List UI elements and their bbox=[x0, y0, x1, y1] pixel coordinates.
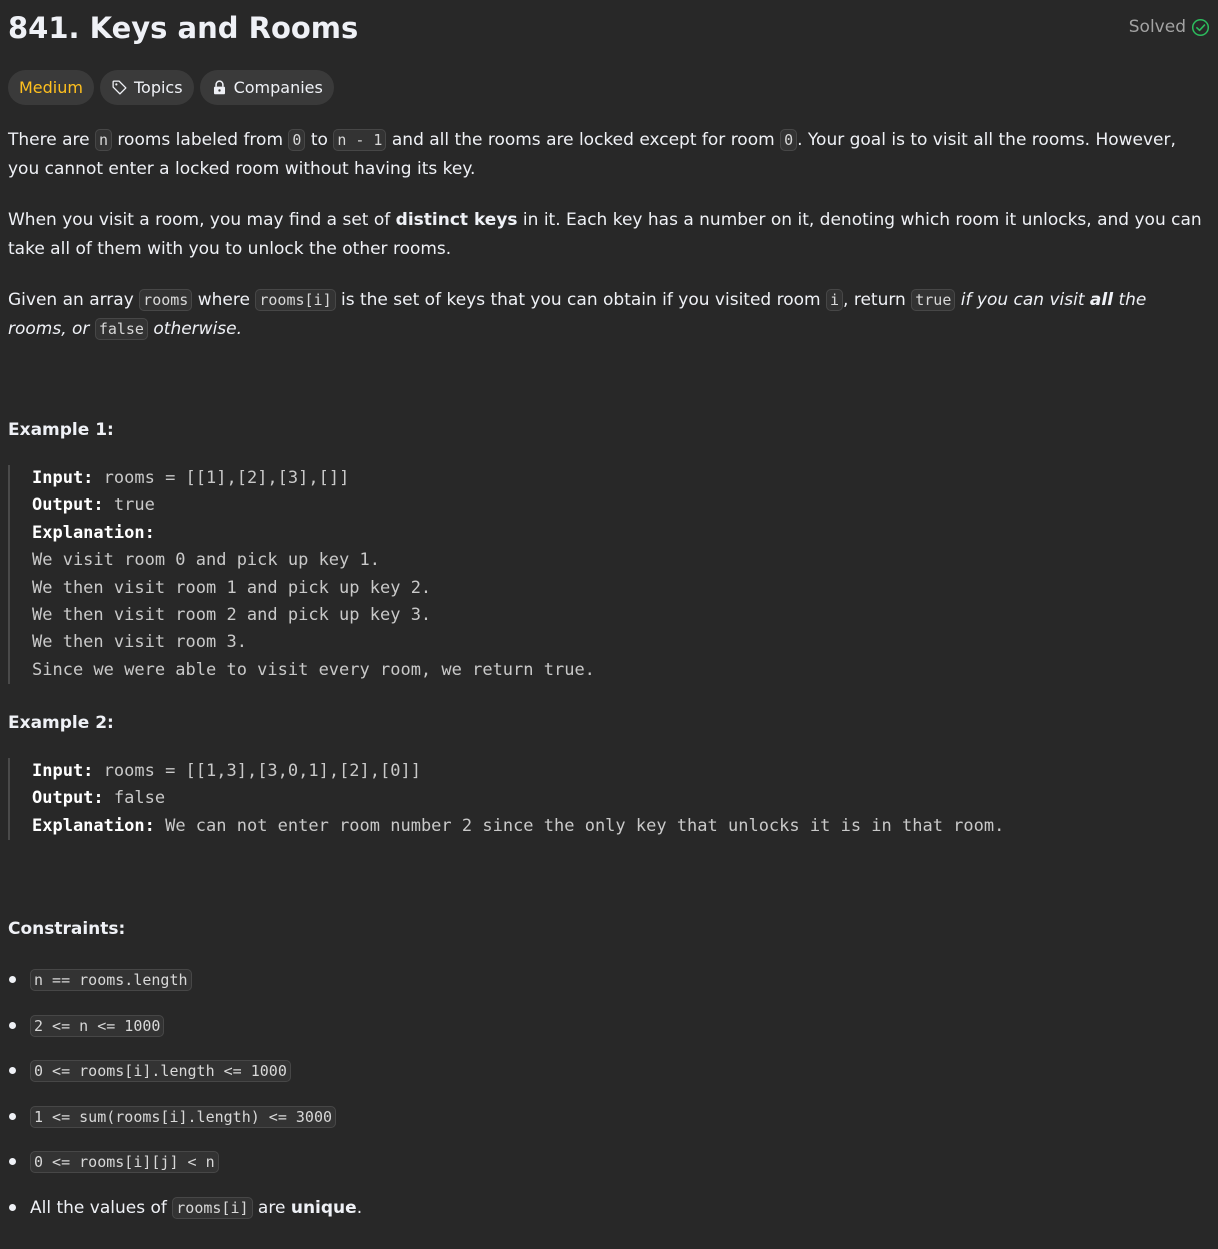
solved-status: Solved bbox=[1129, 16, 1210, 38]
example-input: rooms = [[1,3],[3,0,1],[2],[0]] bbox=[103, 761, 421, 781]
text: All the values of bbox=[30, 1197, 173, 1218]
input-label: Input: bbox=[32, 468, 94, 488]
text: is the set of keys that you can obtain i… bbox=[335, 290, 826, 310]
bullet bbox=[9, 1112, 16, 1120]
constraint-item: 0 <= rooms[i].length <= 1000 bbox=[8, 1056, 362, 1102]
title-row: 841. Keys and Rooms Solved bbox=[8, 8, 1210, 48]
constraint-item: All the values of rooms[i] are unique. bbox=[8, 1193, 362, 1239]
example-output: true bbox=[113, 495, 155, 516]
text: Given an array bbox=[8, 290, 140, 310]
companies-button[interactable]: Companies bbox=[199, 70, 334, 105]
lock-icon bbox=[213, 80, 225, 95]
problem-description: There are n rooms labeled from 0 to n - … bbox=[8, 126, 1210, 343]
inline-code: n bbox=[95, 129, 113, 151]
bullet bbox=[9, 976, 16, 983]
check-circle-icon bbox=[1191, 18, 1210, 36]
text: where bbox=[192, 290, 256, 310]
text: When you visit a room, you may find a se… bbox=[8, 210, 396, 230]
explanation-label: Explanation: bbox=[32, 522, 155, 543]
inline-code: rooms bbox=[139, 289, 193, 311]
constraint-code: n == rooms.length bbox=[30, 969, 192, 991]
constraint-code: 1 <= sum(rooms[i].length) <= 3000 bbox=[30, 1105, 337, 1128]
text: There are bbox=[8, 130, 95, 150]
inline-code: 0 bbox=[288, 129, 306, 151]
example-block: Input: rooms = [[1,3],[3,0,1],[2],[0]] O… bbox=[8, 758, 1005, 841]
difficulty-label: Medium bbox=[19, 78, 83, 97]
constraint-code: 0 <= rooms[i][j] < n bbox=[30, 1151, 219, 1174]
inline-code: rooms[i] bbox=[255, 289, 336, 311]
tag-icon bbox=[112, 80, 127, 95]
example-title: Example 2: bbox=[8, 713, 114, 733]
bold-text: unique bbox=[290, 1197, 357, 1218]
inline-code: true bbox=[911, 289, 956, 311]
description-paragraph: Given an array rooms where rooms[i] is t… bbox=[8, 286, 1210, 343]
text: , return bbox=[843, 290, 912, 310]
bullet bbox=[9, 1158, 16, 1166]
problem-title[interactable]: 841. Keys and Rooms bbox=[8, 8, 358, 48]
explanation-line: We then visit room 3. bbox=[32, 632, 247, 653]
explanation-line: Since we were able to visit every room, … bbox=[32, 659, 595, 680]
explanation-line: We then visit room 2 and pick up key 3. bbox=[32, 605, 432, 626]
italic-text: if you can visit bbox=[960, 290, 1085, 310]
inline-code: false bbox=[94, 317, 148, 340]
solved-label: Solved bbox=[1128, 17, 1186, 37]
bullet bbox=[9, 1203, 16, 1211]
inline-code: 0 bbox=[780, 129, 798, 151]
constraint-code: 0 <= rooms[i].length <= 1000 bbox=[30, 1060, 291, 1083]
text: to bbox=[305, 130, 334, 150]
description-paragraph: There are n rooms labeled from 0 to n - … bbox=[8, 126, 1210, 183]
constraints-list: n == rooms.length 2 <= n <= 1000 0 <= ro… bbox=[8, 965, 362, 1239]
explanation-label: Explanation: bbox=[32, 815, 155, 836]
constraint-code: 2 <= n <= 1000 bbox=[30, 1014, 165, 1037]
constraint-item: 2 <= n <= 1000 bbox=[8, 1011, 362, 1057]
text: and all the rooms are locked except for … bbox=[386, 130, 781, 150]
explanation-text: We can not enter room number 2 since the… bbox=[165, 815, 1005, 836]
example-block: Input: rooms = [[1],[2],[3],[]] Output: … bbox=[8, 465, 595, 685]
bullet bbox=[9, 1067, 16, 1075]
input-label: Input: bbox=[32, 761, 94, 781]
companies-label: Companies bbox=[233, 78, 323, 97]
topics-label: Topics bbox=[133, 78, 183, 97]
text: . bbox=[356, 1197, 363, 1218]
topics-button[interactable]: Topics bbox=[99, 70, 194, 105]
output-label: Output: bbox=[32, 495, 104, 516]
bold-italic-text: all bbox=[1089, 290, 1114, 310]
constraint-item: 1 <= sum(rooms[i].length) <= 3000 bbox=[8, 1102, 362, 1148]
explanation-line: We then visit room 1 and pick up key 2. bbox=[32, 577, 432, 598]
difficulty-badge[interactable]: Medium bbox=[8, 70, 94, 105]
constraint-item: n == rooms.length bbox=[8, 965, 362, 1011]
output-label: Output: bbox=[32, 788, 104, 809]
description-paragraph: When you visit a room, you may find a se… bbox=[8, 206, 1210, 263]
italic-text: otherwise. bbox=[153, 318, 243, 339]
bullet bbox=[9, 1021, 16, 1029]
inline-code: i bbox=[826, 289, 844, 311]
inline-code: n - 1 bbox=[333, 129, 387, 151]
constraint-item: 0 <= rooms[i][j] < n bbox=[8, 1147, 362, 1193]
text: rooms labeled from bbox=[112, 130, 289, 150]
text: are bbox=[252, 1197, 291, 1218]
constraints-title: Constraints: bbox=[8, 919, 126, 939]
example-title: Example 1: bbox=[8, 420, 114, 440]
inline-code: rooms[i] bbox=[172, 1196, 253, 1219]
example-input: rooms = [[1],[2],[3],[]] bbox=[103, 468, 350, 488]
tag-bar: Medium Topics Companies bbox=[8, 70, 334, 105]
explanation-line: We visit room 0 and pick up key 1. bbox=[32, 550, 380, 571]
example-output: false bbox=[113, 788, 166, 809]
bold-text: distinct keys bbox=[395, 210, 518, 230]
